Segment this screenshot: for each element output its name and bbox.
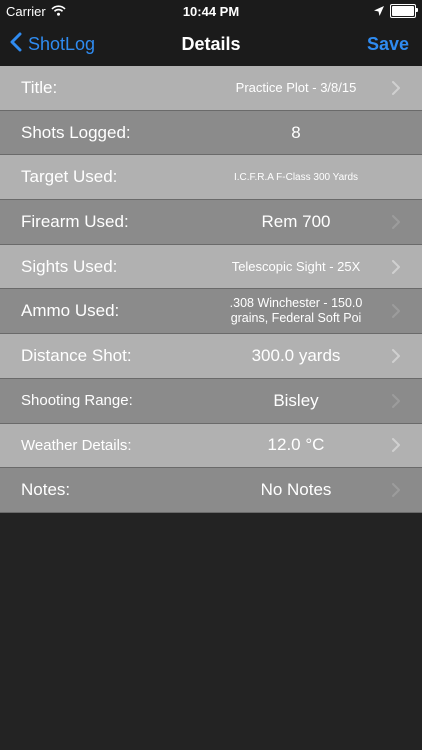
navigation-bar: ShotLog Details Save [0,22,422,66]
row-value-line: grains, Federal Soft Poi [230,311,362,326]
row-title[interactable]: Title: Practice Plot - 3/8/15 [0,66,422,111]
chevron-right-icon [390,393,402,408]
back-button-label: ShotLog [28,33,96,54]
row-label: Weather Details: [21,436,132,454]
row-label: Firearm Used: [21,211,129,231]
row-value-line: .308 Winchester - 150.0 [229,296,363,311]
status-right [374,0,418,22]
row-shooting-range[interactable]: Shooting Range: Bisley [0,378,422,424]
row-label: Shots Logged: [21,122,131,142]
battery-icon [390,4,418,18]
back-button[interactable]: ShotLog [10,22,95,66]
chevron-right-icon [390,304,402,319]
row-ammo-used[interactable]: Ammo Used: .308 Winchester - 150.0 grain… [0,289,422,335]
row-label: Notes: [21,480,71,500]
status-bar: Carrier 10:44 PM [0,0,422,22]
chevron-right-icon [390,214,402,229]
row-label: Distance Shot: [21,345,132,365]
row-sights-used[interactable]: Sights Used: Telescopic Sight - 25X [0,244,422,290]
row-value: No Notes [260,480,332,500]
row-firearm-used[interactable]: Firearm Used: Rem 700 [0,200,422,245]
chevron-right-icon [390,348,402,363]
chevron-right-icon [390,80,402,95]
details-list: Title: Practice Plot - 3/8/15 Shots Logg… [0,66,422,513]
row-value: Bisley [273,390,319,410]
chevron-left-icon [10,32,22,57]
row-value: 8 [291,122,301,142]
row-value: Telescopic Sight - 25X [231,259,361,275]
chevron-right-icon [390,483,402,498]
location-arrow-icon [374,4,384,19]
row-label: Target Used: [21,167,118,187]
row-notes[interactable]: Notes: No Notes [0,468,422,513]
row-target-used[interactable]: Target Used: I.C.F.R.A F-Class 300 Yards [0,155,422,201]
row-label: Sights Used: [21,256,118,276]
battery-fill [392,6,414,16]
row-value: .308 Winchester - 150.0 grains, Federal … [230,289,363,333]
row-label: Title: [21,77,58,97]
row-weather-details[interactable]: Weather Details: 12.0 °C [0,423,422,469]
row-value: I.C.F.R.A F-Class 300 Yards [233,171,359,183]
row-value: Practice Plot - 3/8/15 [235,80,357,96]
chevron-right-icon [390,438,402,453]
chevron-right-icon [390,259,402,274]
row-distance-shot[interactable]: Distance Shot: 300.0 yards [0,334,422,379]
save-button[interactable]: Save [367,22,409,66]
status-time: 10:44 PM [182,3,240,19]
row-value: 12.0 °C [267,435,325,455]
row-value: 300.0 yards [251,345,341,365]
row-shots-logged: Shots Logged: 8 [0,110,422,156]
row-label: Shooting Range: [21,392,133,410]
row-label: Ammo Used: [21,301,120,321]
row-value: Rem 700 [261,211,331,231]
